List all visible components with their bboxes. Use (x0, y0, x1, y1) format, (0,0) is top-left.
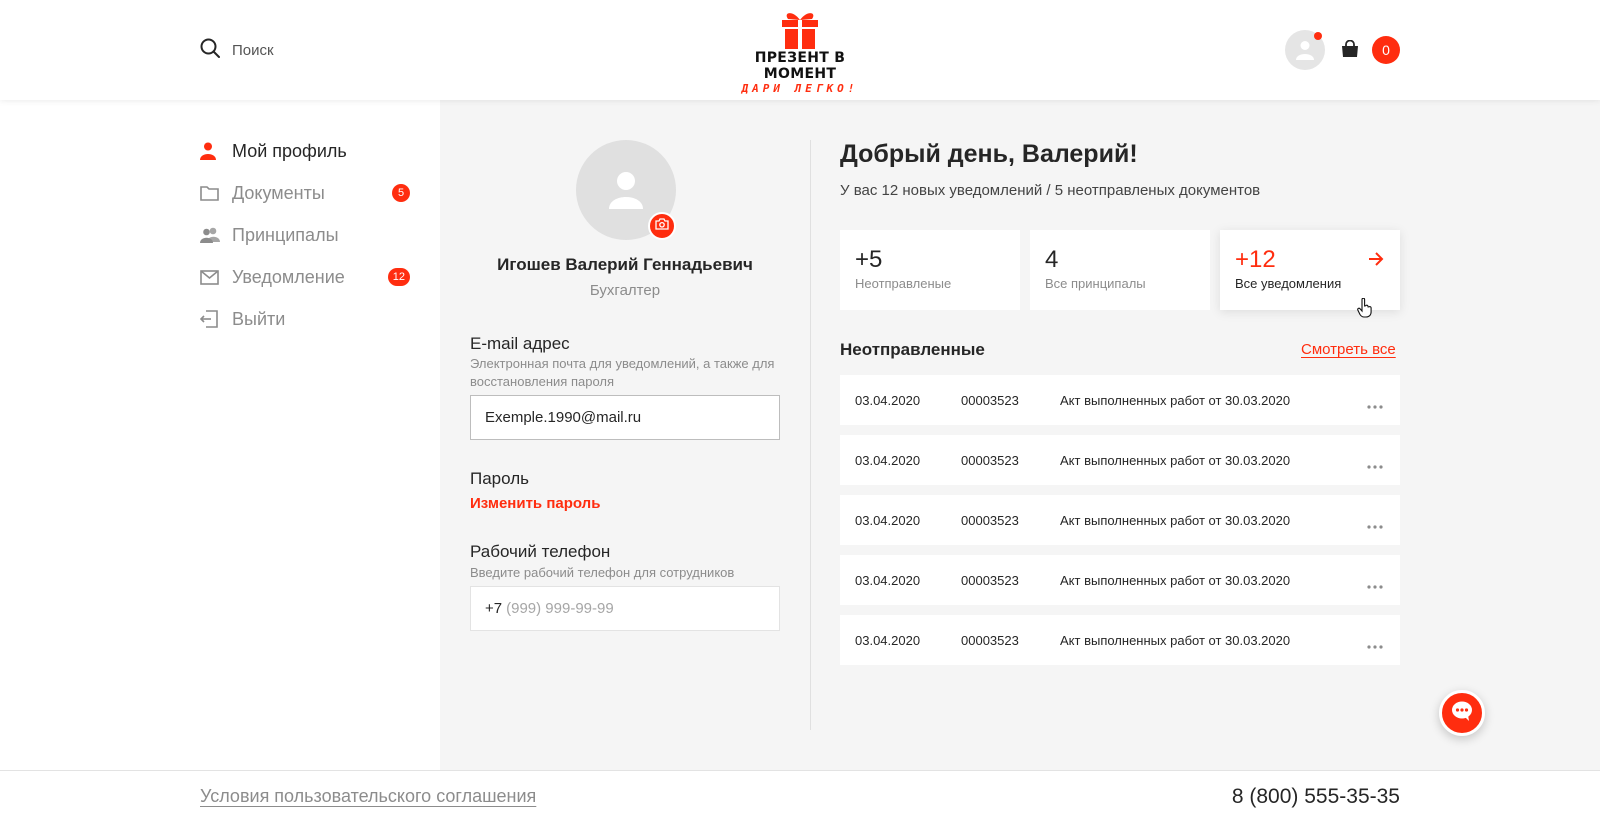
cart-icon[interactable] (1341, 39, 1359, 63)
doc-title: Акт выполненных работ от 30.03.2020 (1060, 392, 1291, 408)
sidebar-item-principals[interactable]: Принципалы (200, 223, 420, 247)
doc-title: Акт выполненных работ от 30.03.2020 (1060, 572, 1291, 588)
table-row[interactable]: 03.04.2020 00003523 Акт выполненных работ … (840, 495, 1400, 545)
site-footer: Условия пользовательского соглашения 8 (… (0, 770, 1600, 820)
email-field[interactable]: Exemple.1990@mail.ru (470, 395, 780, 440)
doc-date: 03.04.2020 (855, 572, 921, 588)
search-icon (200, 38, 220, 63)
stat-label: Все уведомления (1235, 276, 1342, 291)
column-divider (810, 140, 811, 730)
search-box[interactable]: Поиск (200, 38, 274, 63)
doc-number: 00003523 (961, 572, 1019, 588)
doc-number: 00003523 (961, 632, 1019, 648)
password-label: Пароль (470, 469, 529, 488)
profile-name: Игошев Валерий Геннадьевич (497, 255, 753, 274)
phone-label: Рабочий телефон (470, 542, 611, 561)
sidebar-item-label: Мой профиль (232, 140, 347, 161)
unsent-section-title: Неотправленные (840, 340, 985, 359)
logo-tagline: ДАРИ ЛЕГКО! (741, 82, 859, 95)
logo[interactable]: ПРЕЗЕНТ В МОМЕНТ ДАРИ ЛЕГКО! (720, 10, 880, 95)
change-photo-button[interactable] (648, 212, 676, 240)
doc-number: 00003523 (961, 512, 1019, 528)
table-row[interactable]: 03.04.2020 00003523 Акт выполненных работ … (840, 375, 1400, 425)
sidebar-item-documents[interactable]: Документы 5 (200, 181, 420, 205)
user-icon (200, 141, 222, 161)
doc-date: 03.04.2020 (855, 452, 921, 468)
stat-label: Неотправленые (855, 276, 952, 291)
stat-card-notifications[interactable]: +12 Все уведомления (1220, 230, 1400, 310)
sidebar-item-label: Уведомление (232, 266, 345, 287)
stat-value: 4 (1045, 246, 1059, 273)
gift-icon (782, 13, 818, 49)
email-hint: Электронная почта для уведомлений, а так… (470, 356, 775, 389)
sidebar: Мой профиль Документы 5 Принципалы Уведо… (0, 100, 440, 770)
greeting-subtitle: У вас 12 новых уведомлений / 5 неотправл… (840, 182, 1261, 199)
phone-hint: Введите рабочий телефон для сотрудников (470, 565, 735, 580)
user-agreement-link[interactable]: Условия пользовательского соглашения (200, 786, 536, 807)
mail-icon (200, 267, 222, 287)
footer-phone[interactable]: 8 (800) 555-35-35 (1228, 785, 1400, 809)
stat-value: +5 (855, 246, 883, 273)
site-header: Поиск ПРЕЗЕНТ В МОМЕНТ ДАРИ ЛЕГКО! 0 (0, 0, 1600, 100)
arrow-right-icon (1368, 252, 1384, 271)
doc-number: 00003523 (961, 452, 1019, 468)
stat-card-unsent[interactable]: +5 Неотправленые (840, 230, 1020, 310)
sidebar-item-label: Документы (232, 182, 325, 203)
user-silhouette-icon (1296, 41, 1314, 60)
doc-title: Акт выполненных работ от 30.03.2020 (1060, 632, 1291, 648)
sidebar-item-label: Принципалы (232, 224, 339, 245)
search-label[interactable]: Поиск (232, 42, 274, 59)
documents-count-badge: 5 (392, 184, 410, 202)
phone-field[interactable]: +7 (999) 999-99-99 (470, 586, 780, 631)
more-icon[interactable] (1367, 637, 1383, 652)
doc-number: 00003523 (961, 392, 1019, 408)
folder-icon (200, 183, 222, 203)
stat-label: Все принципалы (1045, 276, 1146, 291)
phone-placeholder: (999) 999-99-99 (506, 600, 614, 617)
sidebar-item-profile[interactable]: Мой профиль (200, 139, 420, 163)
notifications-count-badge: 12 (387, 268, 410, 286)
user-avatar[interactable] (1285, 30, 1325, 70)
stat-card-principals[interactable]: 4 Все принципалы (1030, 230, 1210, 310)
users-icon (200, 225, 222, 245)
chat-button[interactable] (1439, 690, 1485, 736)
sidebar-item-logout[interactable]: Выйти (200, 307, 420, 331)
doc-title: Акт выполненных работ от 30.03.2020 (1060, 512, 1291, 528)
table-row[interactable]: 03.04.2020 00003523 Акт выполненных работ … (840, 435, 1400, 485)
doc-title: Акт выполненных работ от 30.03.2020 (1060, 452, 1291, 468)
change-password-link[interactable]: Изменить пароль (470, 495, 600, 512)
doc-date: 03.04.2020 (855, 512, 921, 528)
see-all-link[interactable]: Смотреть все (1301, 341, 1396, 358)
doc-date: 03.04.2020 (855, 632, 921, 648)
user-silhouette-icon (609, 172, 643, 209)
logout-icon (200, 309, 222, 329)
more-icon[interactable] (1367, 457, 1383, 472)
camera-icon (655, 217, 669, 235)
more-icon[interactable] (1367, 577, 1383, 592)
more-icon[interactable] (1367, 517, 1383, 532)
sidebar-item-notifications[interactable]: Уведомление 12 (200, 265, 420, 289)
hand-cursor-icon (1357, 297, 1373, 323)
profile-role: Бухгалтер (589, 282, 661, 299)
table-row[interactable]: 03.04.2020 00003523 Акт выполненных работ … (840, 615, 1400, 665)
logo-title: ПРЕЗЕНТ В МОМЕНТ (754, 50, 846, 82)
email-label: E-mail адрес (470, 334, 570, 353)
chat-bubble-icon (1451, 701, 1473, 726)
cart-count-badge[interactable]: 0 (1372, 36, 1400, 64)
greeting-heading: Добрый день, Валерий! (840, 140, 1138, 168)
phone-prefix: +7 (485, 600, 503, 617)
doc-date: 03.04.2020 (855, 392, 921, 408)
more-icon[interactable] (1367, 397, 1383, 412)
sidebar-item-label: Выйти (232, 308, 286, 329)
notification-dot (1314, 32, 1322, 40)
table-row[interactable]: 03.04.2020 00003523 Акт выполненных работ … (840, 555, 1400, 605)
stat-value: +12 (1235, 246, 1276, 273)
